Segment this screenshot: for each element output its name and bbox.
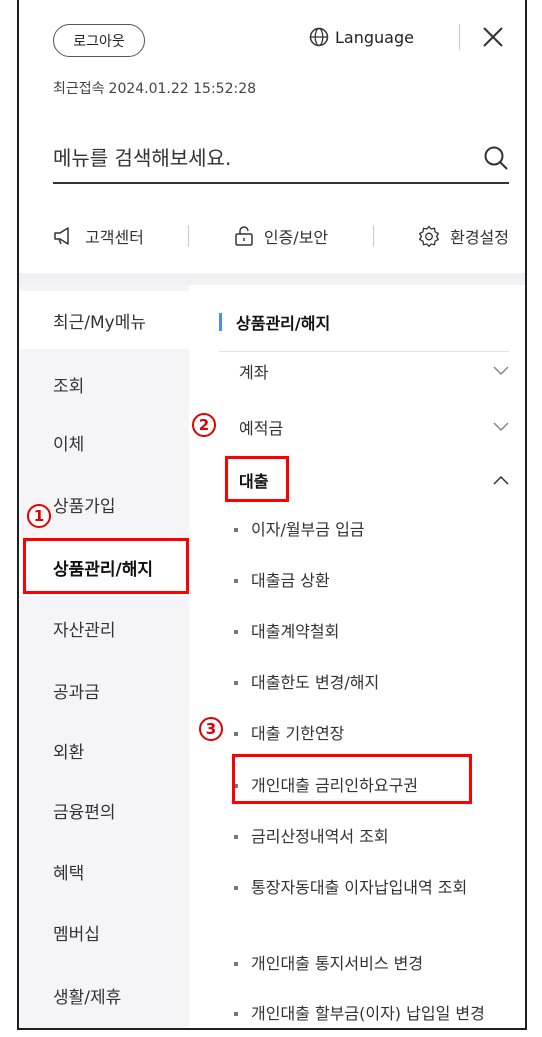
chevron-down-icon <box>493 366 509 376</box>
gear-icon <box>419 225 440 247</box>
lock-icon <box>235 226 253 246</box>
auth-security-label: 인증/보안 <box>263 228 329 247</box>
left-menu-item[interactable]: 멤버십 <box>19 903 189 961</box>
left-menu-item[interactable]: 외환 <box>19 721 189 779</box>
title-accent-bar <box>219 313 222 331</box>
close-icon <box>483 27 503 47</box>
left-menu-item[interactable]: 이체 <box>19 413 189 471</box>
last-login-label: 최근접속 <box>53 81 105 97</box>
submenu-title-text: 상품관리/해지 <box>236 314 331 333</box>
chevron-down-icon <box>493 422 509 432</box>
submenu-item[interactable]: 통장자동대출 이자납입내역 조회 <box>231 875 501 900</box>
auth-security-link[interactable]: 인증/보안 <box>234 224 328 248</box>
search-input[interactable] <box>53 146 453 170</box>
submenu-item[interactable]: 개인대출 통지서비스 변경 <box>231 951 503 976</box>
chevron-up-icon <box>493 475 509 485</box>
settings-label: 환경설정 <box>450 228 509 247</box>
category-label: 대출 <box>239 472 269 491</box>
last-login: 최근접속 2024.01.22 15:52:28 <box>53 78 260 98</box>
category-label: 예적금 <box>239 419 284 438</box>
category-deposit[interactable]: 예적금 <box>239 407 509 447</box>
left-menu: 최근/My메뉴 조회 이체 상품가입 상품관리/해지 자산관리 공과금 외환 금… <box>19 285 189 1028</box>
category-loan[interactable]: 대출 <box>239 460 509 500</box>
left-menu-item[interactable]: 공과금 <box>19 661 189 719</box>
submenu-item-interest-reduction[interactable]: 개인대출 금리인하요구권 <box>231 773 503 798</box>
section-divider <box>19 273 525 285</box>
search-icon[interactable] <box>483 145 509 171</box>
header-divider <box>459 24 460 50</box>
left-menu-item[interactable]: 조회 <box>19 355 189 413</box>
search-bar <box>53 134 509 184</box>
language-label: Language <box>335 27 414 47</box>
logout-button[interactable]: 로그아웃 <box>53 24 145 57</box>
megaphone-icon <box>54 227 69 245</box>
left-menu-item[interactable]: 자산관리 <box>19 599 189 657</box>
customer-center-label: 고객센터 <box>85 228 144 247</box>
category-label: 계좌 <box>239 363 269 382</box>
quick-links: 고객센터 인증/보안 환경설정 <box>53 210 509 262</box>
step-badge-3: 3 <box>199 717 223 741</box>
submenu-item[interactable]: 대출금 상환 <box>231 568 503 593</box>
submenu-title: 상품관리/해지 <box>219 311 330 333</box>
submenu-item[interactable]: 금리산정내역서 조회 <box>231 824 503 849</box>
left-menu-item[interactable]: 혜택 <box>19 842 189 900</box>
submenu-item[interactable]: 개인대출 할부금(이자) 납입일 변경 <box>231 1001 501 1026</box>
submenu-item[interactable]: 대출한도 변경/해지 <box>231 670 503 695</box>
globe-icon <box>309 27 329 47</box>
settings-link[interactable]: 환경설정 <box>418 224 509 248</box>
quick-divider <box>188 225 190 247</box>
step-badge-2: 2 <box>192 413 216 437</box>
submenu-item[interactable]: 대출계약철회 <box>231 619 503 644</box>
left-menu-item[interactable]: 최근/My메뉴 <box>19 291 189 349</box>
menu-frame: 로그아웃 Language 최근접속 2024.01.22 15:52:28 메… <box>17 0 527 1030</box>
close-button[interactable] <box>476 20 510 54</box>
submenu-panel: 상품관리/해지 계좌 예적금 대출 이자/월부금 입금 대출금 상환 대출계약철… <box>219 285 509 1028</box>
category-account[interactable]: 계좌 <box>239 351 509 391</box>
submenu-item[interactable]: 대출 기한연장 <box>231 721 503 746</box>
left-menu-item-active[interactable]: 상품관리/해지 <box>19 538 189 596</box>
customer-center-link[interactable]: 고객센터 <box>53 224 144 248</box>
left-menu-item[interactable]: 생활/제휴 <box>19 966 189 1024</box>
quick-divider <box>372 225 374 247</box>
submenu-item[interactable]: 이자/월부금 입금 <box>231 517 503 542</box>
step-badge-1: 1 <box>27 504 51 528</box>
language-button[interactable]: Language <box>309 22 414 52</box>
left-menu-item[interactable]: 금융편의 <box>19 781 189 839</box>
last-login-value: 2024.01.22 15:52:28 <box>108 81 257 97</box>
